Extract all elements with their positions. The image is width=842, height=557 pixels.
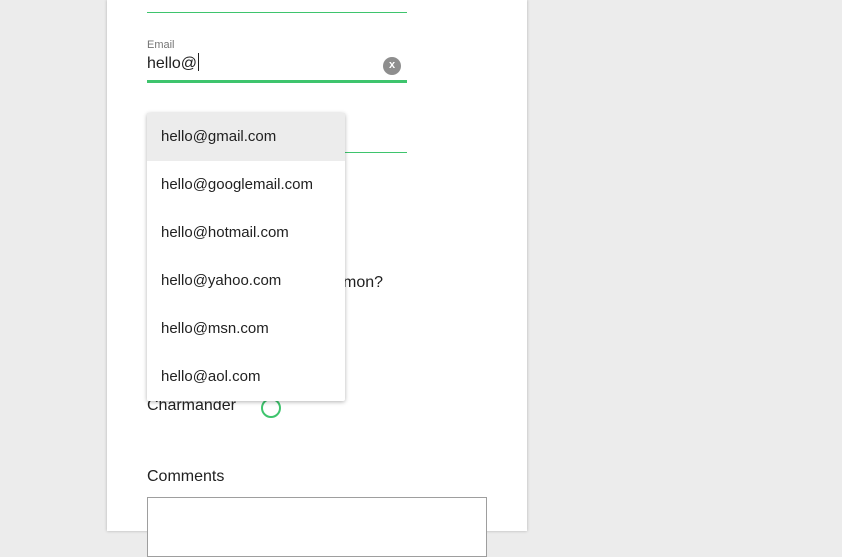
autocomplete-option[interactable]: hello@yahoo.com: [147, 257, 345, 305]
clear-input-button[interactable]: x: [383, 57, 401, 75]
email-field[interactable]: hello@: [147, 53, 200, 74]
previous-text-field[interactable]: [147, 0, 407, 13]
comments-label: Comments: [147, 468, 225, 485]
question-label: mon?: [343, 274, 384, 291]
email-label: Email: [147, 39, 175, 51]
text-caret: [198, 53, 200, 71]
autocomplete-option[interactable]: hello@gmail.com: [147, 113, 345, 161]
autocomplete-option[interactable]: hello@googlemail.com: [147, 161, 345, 209]
comments-textarea[interactable]: [147, 497, 487, 557]
autocomplete-option[interactable]: hello@hotmail.com: [147, 209, 345, 257]
radio-button-charmander[interactable]: [261, 398, 281, 418]
autocomplete-option[interactable]: hello@aol.com: [147, 353, 345, 401]
autocomplete-option[interactable]: hello@msn.com: [147, 305, 345, 353]
email-autocomplete-dropdown: hello@gmail.com hello@googlemail.com hel…: [147, 113, 345, 401]
email-value-text: hello@: [147, 55, 198, 72]
